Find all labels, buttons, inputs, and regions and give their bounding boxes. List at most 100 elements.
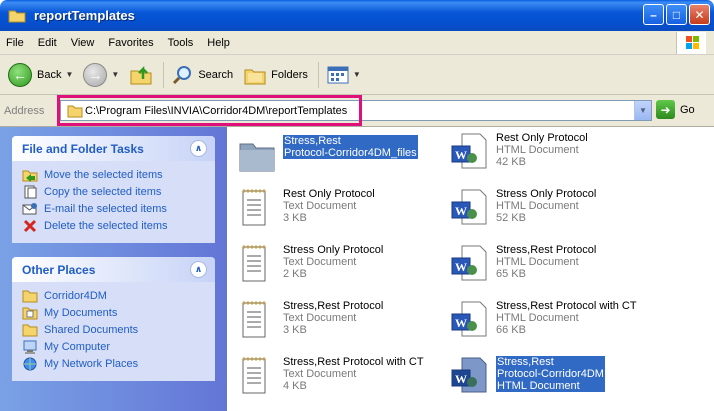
menu-file[interactable]: File: [6, 37, 24, 49]
toolbar: ← Back ▼ → ▼ Search Folders ▼: [0, 55, 714, 95]
up-folder-button[interactable]: [125, 59, 157, 91]
forward-arrow-icon: →: [83, 62, 108, 87]
chevron-down-icon[interactable]: ▼: [353, 70, 361, 79]
close-button[interactable]: ✕: [689, 4, 710, 25]
search-icon: [173, 65, 192, 84]
file-item[interactable]: W Stress,Rest Protocol HTML Document 65 …: [450, 244, 680, 288]
place-shared-documents[interactable]: Shared Documents: [22, 322, 205, 338]
window-title: reportTemplates: [34, 8, 135, 23]
file-item[interactable]: W Rest Only Protocol HTML Document 42 KB: [450, 132, 680, 176]
other-places-panel: Other Places ∧ Corridor4DM My Documents …: [12, 257, 215, 381]
task-label: Copy the selected items: [44, 186, 162, 198]
menu-favorites[interactable]: Favorites: [108, 37, 153, 49]
folders-label: Folders: [271, 68, 308, 81]
task-move[interactable]: Move the selected items: [22, 167, 205, 183]
file-size: 4 KB: [283, 380, 307, 392]
file-name: Rest Only Protocol: [496, 132, 588, 144]
back-button[interactable]: ← Back ▼: [4, 59, 77, 91]
forward-button[interactable]: → ▼: [79, 59, 123, 91]
file-item[interactable]: Stress,Rest Protocol Text Document 3 KB: [237, 300, 467, 344]
file-name-2: Protocol-Corridor4DM_files: [283, 147, 418, 159]
views-button[interactable]: ▼: [323, 59, 365, 91]
minimize-button[interactable]: –: [643, 4, 664, 25]
place-my-documents[interactable]: My Documents: [22, 305, 205, 321]
place-label: My Documents: [44, 307, 118, 319]
place-my-computer[interactable]: My Computer: [22, 339, 205, 355]
folder-icon: [22, 290, 38, 303]
file-type: HTML Document: [496, 144, 579, 156]
file-size: 3 KB: [283, 324, 307, 336]
task-copy[interactable]: Copy the selected items: [22, 184, 205, 200]
title-bar[interactable]: reportTemplates – □ ✕: [0, 0, 714, 31]
address-highlight-box: [57, 95, 362, 126]
folder-icon: [237, 135, 277, 179]
html-document-icon: W: [450, 132, 490, 176]
file-name: Stress Only Protocol: [283, 244, 384, 256]
text-document-icon: [237, 244, 277, 288]
chevron-down-icon[interactable]: ▼: [634, 101, 651, 120]
back-arrow-icon: ←: [8, 62, 32, 87]
file-name: Stress,Rest: [283, 135, 418, 147]
chevron-down-icon[interactable]: ▼: [111, 70, 119, 79]
task-email[interactable]: E-mail the selected items: [22, 201, 205, 217]
file-type: Text Document: [283, 312, 357, 324]
file-size: 3 KB: [283, 212, 307, 224]
html-document-icon: W: [450, 300, 490, 344]
file-type: Text Document: [283, 368, 357, 380]
shared-folder-icon: [22, 324, 38, 337]
svg-text:W: W: [455, 260, 467, 274]
my-documents-icon: [22, 307, 38, 320]
text-document-icon: [237, 188, 277, 232]
search-button[interactable]: Search: [168, 59, 237, 91]
task-delete[interactable]: Delete the selected items: [22, 218, 205, 234]
file-type: HTML Document: [496, 256, 579, 268]
maximize-button[interactable]: □: [666, 4, 687, 25]
file-item[interactable]: W Stress,Rest Protocol-Corridor4DM HTML …: [450, 356, 680, 400]
views-icon: [327, 66, 349, 83]
menu-edit[interactable]: Edit: [38, 37, 57, 49]
file-item[interactable]: W Stress Only Protocol HTML Document 52 …: [450, 188, 680, 232]
my-computer-icon: [23, 340, 37, 354]
task-label: Move the selected items: [44, 169, 163, 181]
back-label: Back: [37, 68, 62, 81]
file-list: Stress,Rest Protocol-Corridor4DM_files W…: [227, 127, 714, 411]
html-document-icon: W: [450, 356, 490, 400]
menu-help[interactable]: Help: [207, 37, 230, 49]
file-name: Rest Only Protocol: [283, 188, 375, 200]
place-my-network-places[interactable]: My Network Places: [22, 356, 205, 372]
file-item[interactable]: Rest Only Protocol Text Document 3 KB: [237, 188, 467, 232]
menu-tools[interactable]: Tools: [168, 37, 194, 49]
file-size: 42 KB: [496, 156, 526, 168]
panel-header[interactable]: Other Places ∧: [12, 257, 215, 282]
file-type: Text Document: [283, 256, 357, 268]
file-item[interactable]: Stress,Rest Protocol-Corridor4DM_files: [237, 135, 467, 179]
file-item[interactable]: W Stress,Rest Protocol with CT HTML Docu…: [450, 300, 680, 344]
collapse-icon[interactable]: ∧: [190, 261, 207, 278]
file-size: 52 KB: [496, 212, 526, 224]
file-folder-tasks-panel: File and Folder Tasks ∧ Move the selecte…: [12, 136, 215, 243]
panel-header[interactable]: File and Folder Tasks ∧: [12, 136, 215, 161]
file-type: HTML Document: [496, 312, 579, 324]
place-corridor4dm[interactable]: Corridor4DM: [22, 288, 205, 304]
text-document-icon: [237, 300, 277, 344]
copy-icon: [24, 185, 37, 199]
file-item[interactable]: Stress Only Protocol Text Document 2 KB: [237, 244, 467, 288]
place-label: Shared Documents: [44, 324, 139, 336]
go-label: Go: [680, 103, 695, 116]
go-button[interactable]: ➜ Go: [656, 100, 695, 119]
svg-text:W: W: [455, 204, 467, 218]
html-document-icon: W: [450, 188, 490, 232]
collapse-icon[interactable]: ∧: [190, 140, 207, 157]
file-item[interactable]: Stress,Rest Protocol with CT Text Docume…: [237, 356, 467, 400]
svg-text:W: W: [455, 148, 467, 162]
file-name: Stress,Rest: [496, 356, 605, 368]
menu-view[interactable]: View: [71, 37, 95, 49]
task-label: Delete the selected items: [44, 220, 168, 232]
place-label: My Computer: [44, 341, 111, 353]
file-name-2: Protocol-Corridor4DM: [496, 368, 605, 380]
html-document-icon: W: [450, 244, 490, 288]
folders-button[interactable]: Folders: [239, 59, 312, 91]
chevron-down-icon[interactable]: ▼: [65, 70, 73, 79]
place-label: Corridor4DM: [44, 290, 107, 302]
svg-text:W: W: [455, 316, 467, 330]
